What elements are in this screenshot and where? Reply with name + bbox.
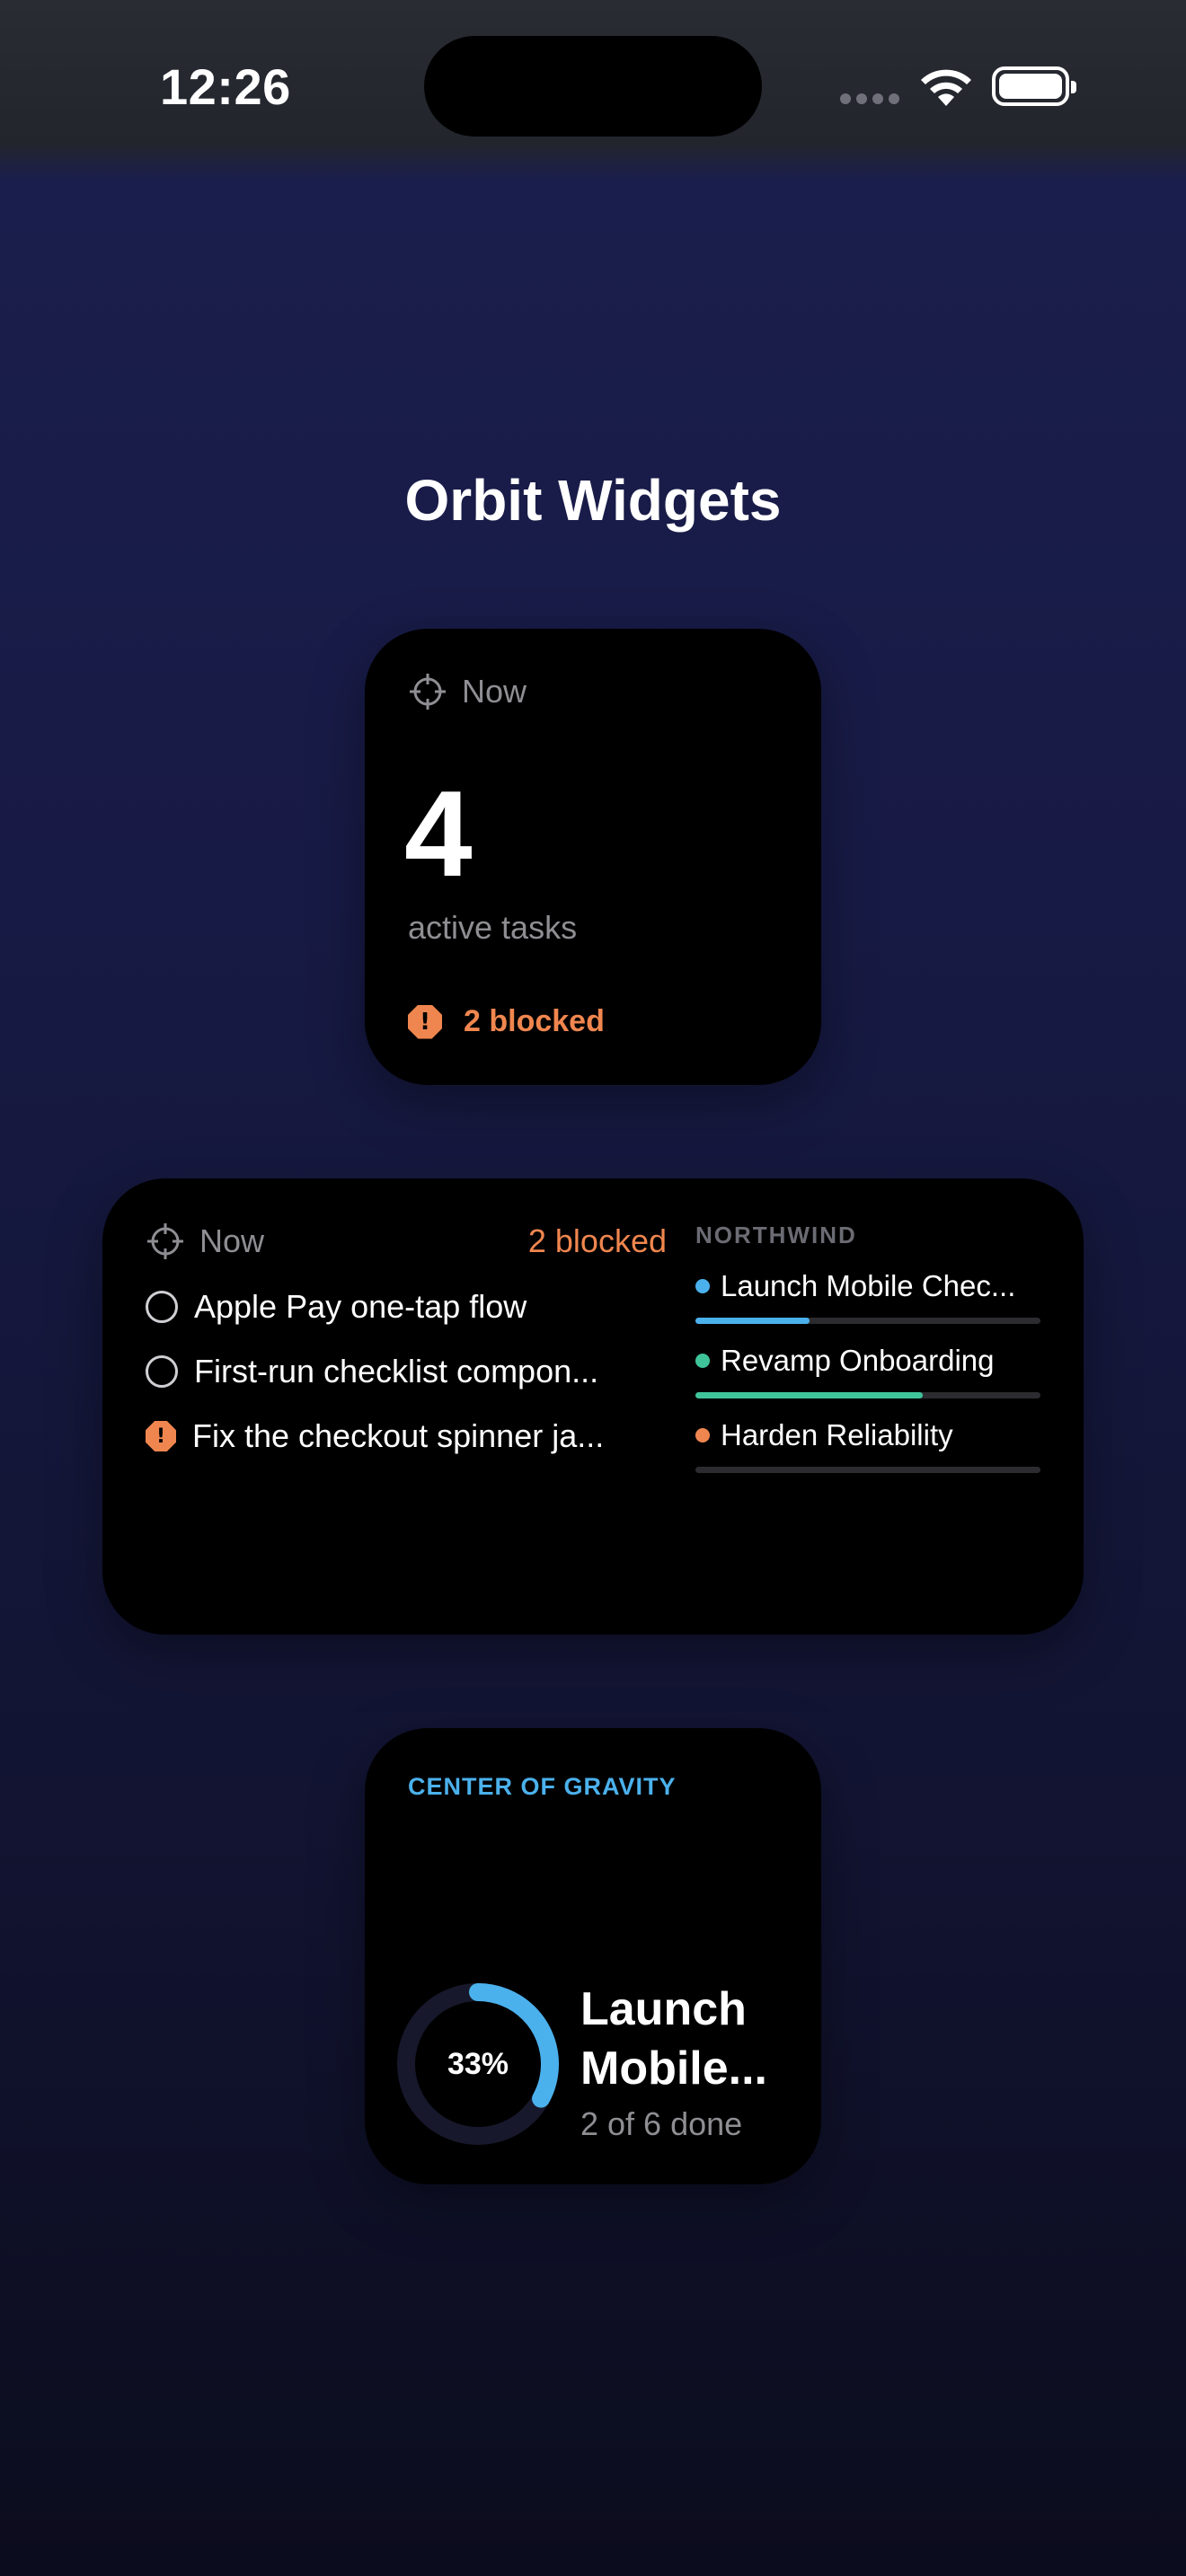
project-name: Revamp Onboarding xyxy=(721,1344,995,1377)
project-name: Launch Mobile Chec... xyxy=(721,1269,1016,1302)
warning-icon: ! xyxy=(146,1421,176,1451)
blocked-indicator: ! 2 blocked xyxy=(408,1004,605,1039)
project-progress-track xyxy=(695,1318,1040,1324)
now-medium-widget[interactable]: Now 2 blocked Apple Pay one-tap flow Fir… xyxy=(102,1178,1084,1635)
task-label: Fix the checkout spinner ja... xyxy=(192,1417,605,1454)
progress-summary: 2 of 6 done xyxy=(580,2105,743,2142)
task-checkbox-icon[interactable] xyxy=(146,1291,178,1323)
project-progress-bar xyxy=(695,1392,924,1398)
blocked-count: 2 blocked xyxy=(527,1222,667,1259)
project-progress-track xyxy=(695,1392,1040,1398)
task-item[interactable]: First-run checklist compon... xyxy=(146,1353,667,1390)
workspace-label: NORTHWIND xyxy=(695,1222,857,1248)
widget-header-label: Now xyxy=(462,673,527,710)
project-name: Harden Reliability xyxy=(721,1418,953,1451)
crosshair-icon xyxy=(410,674,446,710)
now-small-widget[interactable]: Now 4 active tasks ! 2 blocked xyxy=(365,629,821,1085)
widget-header: Now xyxy=(146,1222,264,1261)
widget-header: Now xyxy=(408,672,527,711)
project-item[interactable]: Launch Mobile Chec... xyxy=(695,1269,1040,1324)
project-progress-bar xyxy=(695,1318,810,1324)
project-title-line: Launch xyxy=(580,1983,747,2035)
wifi-icon xyxy=(921,69,971,106)
project-title: Launch Mobile... xyxy=(580,1980,767,2098)
project-item[interactable]: Revamp Onboarding xyxy=(695,1344,1040,1398)
warning-icon: ! xyxy=(408,1004,442,1039)
status-bar: 12:26 xyxy=(0,0,1186,180)
project-title-line: Mobile... xyxy=(580,2042,767,2095)
project-progress-track xyxy=(695,1467,1040,1473)
project-column: NORTHWIND Launch Mobile Chec... Revamp O… xyxy=(695,1222,1040,1473)
active-tasks-label: active tasks xyxy=(408,909,578,946)
widget-header-label: Now xyxy=(199,1222,265,1259)
task-label: First-run checklist compon... xyxy=(194,1353,599,1389)
dynamic-island xyxy=(424,36,762,137)
status-time: 12:26 xyxy=(160,58,291,115)
page-title: Orbit Widgets xyxy=(404,468,782,533)
task-column: Now 2 blocked Apple Pay one-tap flow Fir… xyxy=(146,1222,667,1455)
progress-percent: 33% xyxy=(447,2046,509,2081)
task-item[interactable]: Apple Pay one-tap flow xyxy=(146,1288,667,1326)
crosshair-icon xyxy=(147,1223,183,1259)
blocked-count: 2 blocked xyxy=(464,1004,605,1038)
center-of-gravity-widget[interactable]: CENTER OF GRAVITY 33% Launch Mobile... 2… xyxy=(365,1728,821,2184)
project-color-dot xyxy=(695,1279,710,1293)
project-color-dot xyxy=(695,1428,710,1442)
project-item[interactable]: Harden Reliability xyxy=(695,1418,1040,1473)
task-checkbox-icon[interactable] xyxy=(146,1355,178,1388)
project-color-dot xyxy=(695,1354,710,1368)
active-task-count: 4 xyxy=(404,765,473,902)
battery-icon xyxy=(992,66,1076,106)
widget-label: CENTER OF GRAVITY xyxy=(408,1773,677,1800)
cellular-signal-icon xyxy=(840,93,899,104)
task-label: Apple Pay one-tap flow xyxy=(194,1288,527,1325)
task-item[interactable]: ! Fix the checkout spinner ja... xyxy=(146,1417,667,1455)
